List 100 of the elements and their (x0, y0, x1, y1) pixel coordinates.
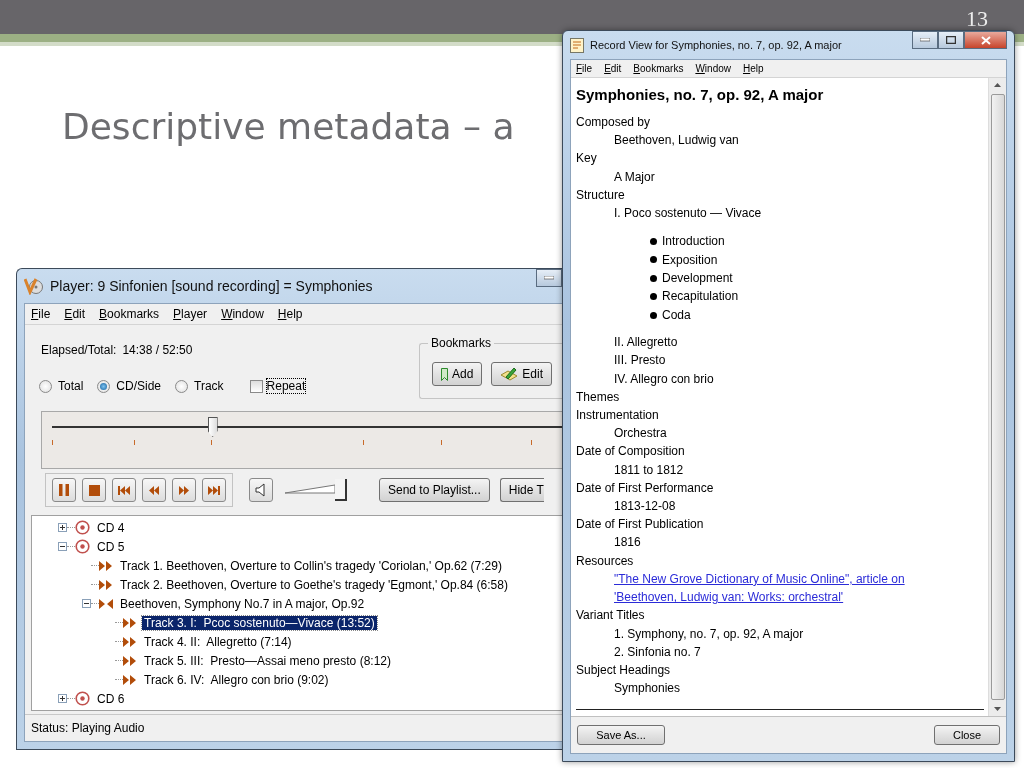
bullet-icon (650, 274, 657, 282)
field-value: A Major (613, 168, 656, 186)
menu-item[interactable]: Window (221, 307, 264, 321)
seek-bar[interactable] (41, 411, 562, 469)
expand-icon[interactable] (58, 523, 67, 532)
window-title: Record View for Symphonies, no. 7, op. 92, A major (590, 39, 842, 51)
minimize-button[interactable] (536, 269, 562, 287)
play-arrows-icon (123, 617, 137, 628)
field-label: Variant Titles (576, 607, 646, 625)
play-arrows-icon (123, 674, 137, 685)
field-value: III. Presto (613, 352, 667, 370)
tree-item[interactable]: Track 4. II: Allegretto (7:14) (142, 634, 294, 649)
menu-item[interactable]: Window (695, 63, 731, 74)
minimize-icon (544, 276, 554, 280)
slide-number: 13 (966, 6, 988, 32)
field-value: IV. Allegro con brio (613, 370, 715, 388)
stop-button[interactable] (82, 478, 106, 502)
field-label: Resources (576, 552, 635, 570)
list-item: Exposition (662, 251, 718, 269)
menu-item[interactable]: File (31, 307, 51, 321)
expand-icon[interactable] (58, 694, 67, 703)
repeat-checkbox[interactable]: Repeat (249, 379, 306, 393)
list-item: Development (662, 270, 733, 288)
list-item: Recapitulation (662, 288, 739, 306)
elapsed-label: Elapsed/Total: (41, 343, 117, 357)
field-label: Structure (576, 186, 626, 204)
rewind-icon (149, 485, 159, 495)
field-value: I. Poco sostenuto — Vivace (613, 205, 763, 222)
scrollbar[interactable] (988, 78, 1006, 716)
hide-button[interactable]: Hide T (499, 478, 544, 502)
tree-item[interactable]: CD 5 (95, 539, 127, 554)
disc-icon (75, 539, 90, 554)
field-label: Instrumentation (576, 407, 660, 425)
bullet-icon (650, 293, 657, 301)
fast-forward-button[interactable] (172, 478, 196, 502)
close-button[interactable] (964, 31, 1007, 49)
field-value: Beethoven, Ludwig van (613, 132, 740, 150)
maximize-icon (946, 36, 956, 44)
tree-item[interactable]: Track 2. Beethoven, Overture to Goethe's tragedy 'Egmont,' Op.84 (6:58) (118, 577, 510, 592)
menu-item[interactable]: Bookmarks (633, 63, 684, 74)
minimize-button[interactable] (912, 31, 938, 49)
tree-item[interactable]: Beethoven, Symphony No.7 in A major, Op.92 (118, 596, 367, 611)
skip-forward-button[interactable] (202, 478, 226, 502)
record-heading: Symphonies, no. 7, op. 92, A major (576, 86, 825, 103)
bookmark-icon (441, 367, 448, 381)
tree-item[interactable]: Track 6. IV: Allegro con brio (9:02) (142, 672, 331, 687)
volume-slider[interactable] (285, 479, 347, 501)
menu-item[interactable]: Help (277, 307, 303, 321)
collapse-icon[interactable] (82, 599, 91, 608)
send-to-playlist-button[interactable]: Send to Playlist... (379, 478, 490, 502)
menu-item[interactable]: Edit (64, 307, 86, 321)
field-value: II. Allegretto (613, 334, 679, 352)
field-label: Subject Headings (576, 661, 672, 679)
radio-option[interactable]: CD/Side (97, 379, 162, 393)
close-button[interactable]: Close (934, 725, 1000, 745)
status-text: Status: Playing Audio (25, 714, 562, 741)
field-label: Date of First Publication (576, 516, 705, 534)
stop-icon (88, 484, 100, 496)
seek-thumb[interactable] (207, 417, 218, 437)
disc-icon (75, 691, 90, 706)
field-label: Composed by (576, 114, 652, 131)
tree-item[interactable]: Track 1. Beethoven, Overture to Collin's tragedy 'Coriolan,' Op.62 (7:29) (118, 558, 504, 573)
play-arrows-icon (123, 655, 137, 666)
field-label: Date of Composition (576, 443, 686, 461)
menu-item[interactable]: Edit (604, 63, 622, 74)
radio-option[interactable]: Total (39, 379, 84, 393)
collapse-icon[interactable] (58, 542, 67, 551)
pencil-paper-icon (500, 367, 519, 381)
save-as-button[interactable]: Save As... (577, 725, 665, 745)
field-label: Date of First Performance (576, 479, 715, 497)
skip-back-icon (118, 485, 130, 495)
list-item: Introduction (662, 233, 725, 251)
field-value: 1. Symphony, no. 7, op. 92, A major (613, 625, 805, 643)
rewind-button[interactable] (142, 478, 166, 502)
bookmark-button[interactable]: Add (432, 362, 483, 386)
menu-item[interactable]: Player (173, 307, 208, 321)
skip-back-button[interactable] (112, 478, 136, 502)
volume-thumb[interactable] (335, 479, 347, 501)
pause-icon (59, 484, 69, 496)
bullet-icon (650, 256, 657, 264)
menu-item[interactable]: File (576, 63, 593, 74)
menu-item[interactable]: Help (743, 63, 764, 74)
maximize-button[interactable] (938, 31, 964, 49)
mute-button[interactable] (249, 478, 273, 502)
bullet-icon (650, 311, 657, 319)
app-icon (24, 277, 44, 295)
pause-button[interactable] (52, 478, 76, 502)
elapsed-time: 14:38 / 52:50 (122, 343, 193, 357)
play-arrows-icon (99, 560, 113, 571)
radio-option[interactable]: Track (175, 379, 224, 393)
bookmark-button[interactable]: Edit (491, 362, 553, 386)
tree-item[interactable]: Track 5. III: Presto—Assai meno presto (8:12) (142, 653, 393, 668)
tree-item[interactable]: CD 4 (95, 520, 127, 535)
resource-link[interactable]: "The New Grove Dictionary of Music Online", article on 'Beethoven, Ludwig van: Works: orchestral' (614, 569, 959, 607)
window-title: Player: 9 Sinfonien [sound recording] = Symphonies (50, 278, 373, 294)
tree-item[interactable]: Track 3. I: Pcoc sostenuto—Vivace (13:52) (142, 615, 377, 630)
tree-item[interactable]: CD 6 (95, 691, 127, 706)
field-value: Symphonies (613, 680, 682, 698)
menu-item[interactable]: Bookmarks (99, 307, 160, 321)
speaker-icon (255, 483, 267, 497)
